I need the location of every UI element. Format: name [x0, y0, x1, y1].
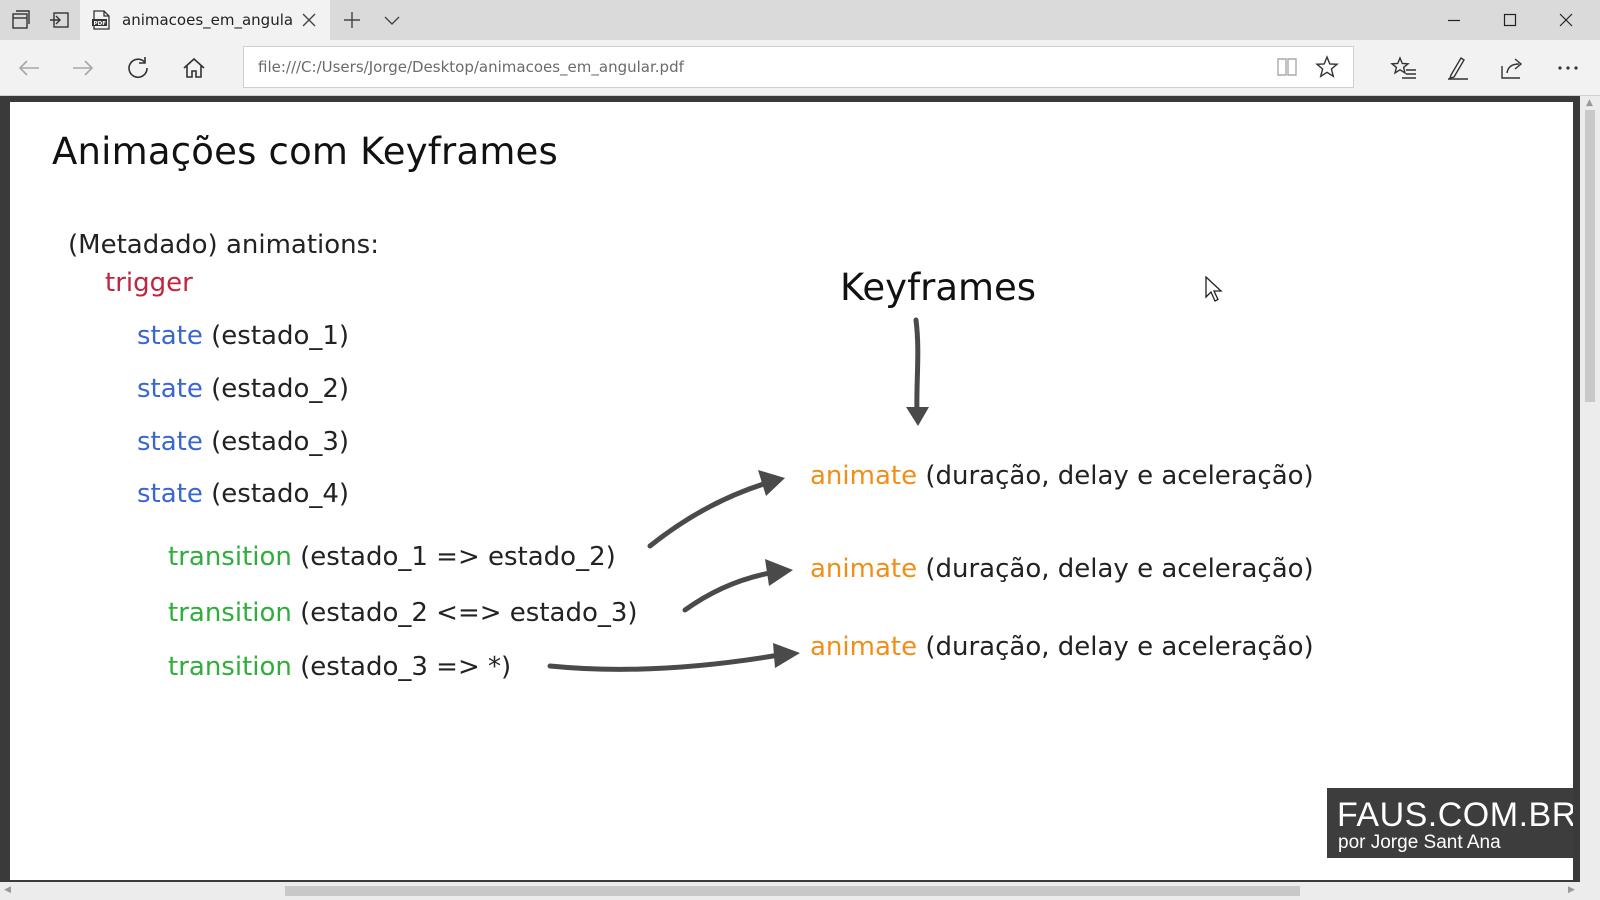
chevron-down-icon[interactable]: [380, 8, 404, 32]
home-icon[interactable]: [180, 54, 208, 82]
watermark-author: por Jorge Sant Ana: [1338, 832, 1501, 853]
svg-text:PDF: PDF: [94, 21, 107, 27]
vertical-scrollbar[interactable]: ▲: [1580, 96, 1600, 882]
star-icon[interactable]: [1314, 54, 1340, 80]
arrowhead-2: [765, 559, 793, 586]
keyframes-down-arrow: [913, 317, 921, 417]
pdf-page: Animações com Keyframes (Metadado) anima…: [10, 102, 1573, 880]
arrow-transition-2: [682, 569, 778, 613]
arrow-transition-3: [547, 651, 788, 672]
window-close-icon[interactable]: [1538, 0, 1594, 40]
address-bar[interactable]: file:///C:/Users/Jorge/Desktop/animacoes…: [243, 46, 1354, 88]
tab-title: animacoes_em_angular.: [122, 11, 294, 29]
favorites-list-icon[interactable]: [1390, 54, 1418, 82]
scroll-right-icon[interactable]: ▶: [1568, 885, 1575, 895]
address-url: file:///C:/Users/Jorge/Desktop/animacoes…: [258, 58, 684, 76]
maximize-icon[interactable]: [1482, 0, 1538, 40]
horizontal-scrollbar[interactable]: ◀ ▶: [0, 882, 1600, 900]
back-arrow-icon[interactable]: [15, 54, 43, 82]
arrowhead-down: [906, 407, 929, 426]
arrowhead-3: [773, 643, 800, 668]
scroll-left-icon[interactable]: ◀: [4, 885, 11, 895]
arrowhead-1: [758, 470, 785, 496]
horizontal-scroll-thumb[interactable]: [285, 886, 1300, 896]
arrow-transition-1: [647, 479, 773, 549]
tab-strip: PDF animacoes_em_angular.: [0, 0, 1600, 40]
plus-icon[interactable]: [340, 8, 364, 32]
forward-arrow-icon[interactable]: [69, 54, 97, 82]
pdf-file-icon: PDF: [90, 9, 112, 31]
set-tabs-aside-icon[interactable]: [48, 8, 72, 32]
tab-active[interactable]: PDF animacoes_em_angular.: [80, 0, 330, 40]
close-icon[interactable]: [298, 9, 320, 31]
more-dots-icon[interactable]: [1554, 54, 1582, 82]
vertical-scroll-thumb[interactable]: [1585, 110, 1595, 402]
pen-icon[interactable]: [1444, 54, 1472, 82]
pdf-viewer: Animações com Keyframes (Metadado) anima…: [0, 96, 1600, 900]
refresh-icon[interactable]: [124, 54, 152, 82]
tabs-aside-icon[interactable]: [9, 8, 33, 32]
watermark: FAUS.COM.BR por Jorge Sant Ana: [1327, 788, 1573, 858]
navigation-bar: file:///C:/Users/Jorge/Desktop/animacoes…: [0, 40, 1600, 96]
share-icon[interactable]: [1498, 54, 1526, 82]
mouse-cursor-icon: [1205, 276, 1223, 302]
scroll-up-icon[interactable]: ▲: [1586, 98, 1593, 108]
reading-view-icon[interactable]: [1274, 54, 1300, 80]
arrows-layer: [547, 317, 929, 672]
minimize-icon[interactable]: [1426, 0, 1482, 40]
watermark-brand: FAUS.COM.BR: [1337, 796, 1573, 834]
